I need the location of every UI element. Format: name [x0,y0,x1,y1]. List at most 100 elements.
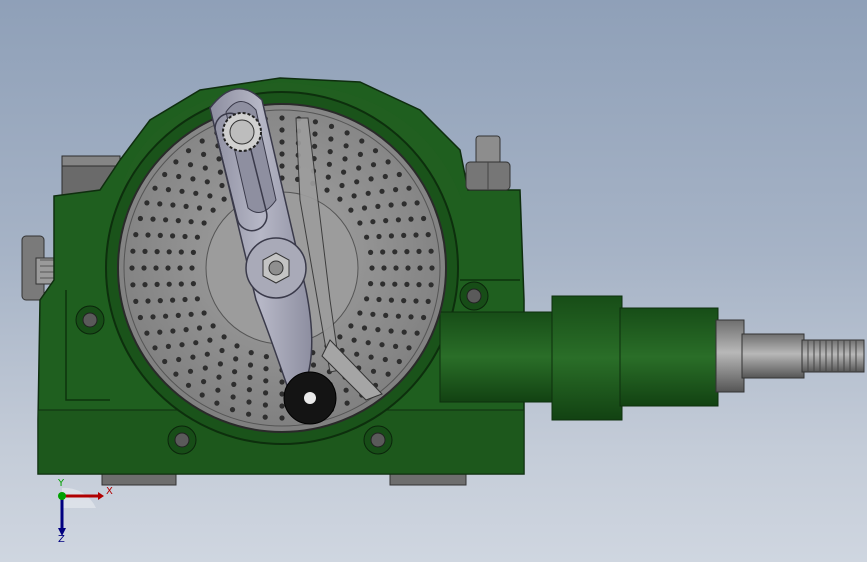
index-hole [262,414,268,420]
index-hole [351,337,357,343]
index-hole [234,343,240,349]
index-hole [201,220,207,226]
bolt-hole-left[interactable] [75,305,105,335]
index-hole [217,169,223,175]
base-feet[interactable] [101,473,467,486]
index-hole [173,371,179,377]
triad-x-label: X [106,486,113,497]
index-hole [344,130,350,136]
index-hole [428,282,434,288]
index-hole [263,378,269,384]
index-hole [263,366,269,372]
index-hole [201,151,207,157]
graphics-viewport[interactable]: X Y Z [0,0,867,562]
index-hole [170,202,176,208]
index-hole [202,165,208,171]
index-hole [380,281,386,287]
index-hole [413,232,419,238]
index-hole [214,400,220,406]
index-hole [370,368,377,374]
index-hole [165,187,171,193]
index-hole [193,190,199,196]
bolt-hole-bottom-right[interactable] [363,425,393,455]
center-hub[interactable] [245,237,307,299]
index-hole [341,169,347,175]
index-hole [153,265,159,271]
index-hole [361,325,368,331]
index-hole [189,265,195,271]
index-hole [199,138,205,144]
input-shaft[interactable] [715,319,865,393]
index-hole [207,337,213,343]
index-hole [233,356,239,362]
index-hole [207,193,213,199]
index-hole [263,390,269,396]
index-hole [370,219,376,225]
index-hole [176,173,182,180]
index-hole [370,311,376,317]
index-hole [178,281,184,287]
index-hole [359,138,365,144]
index-hole [326,161,332,167]
index-hole [170,233,176,239]
index-hole [185,148,192,154]
index-hole [188,311,194,317]
index-hole [310,362,317,368]
index-hole [190,249,196,255]
index-hole [405,265,411,271]
pinion-gear[interactable] [222,112,262,152]
index-hole [368,354,374,360]
triad-y-label: Y [58,478,65,489]
index-hole [183,327,189,333]
index-hole [185,382,192,388]
index-hole [388,328,394,334]
worm-shaft-housing[interactable] [439,295,719,421]
bolt-hole-right[interactable] [459,281,489,311]
index-hole [370,162,377,168]
index-hole [416,282,422,288]
index-hole [383,218,389,224]
index-hole [379,342,385,348]
index-hole [173,159,179,165]
index-hole [178,249,184,255]
index-hole [246,399,252,405]
index-hole [337,334,343,340]
index-hole [157,201,163,207]
index-hole [393,187,399,193]
index-hole [312,143,318,149]
index-hole [230,394,236,400]
index-hole [201,379,207,385]
index-hole [194,234,200,240]
index-hole [216,374,222,380]
index-hole [279,379,285,385]
dividing-head-model[interactable] [0,0,867,562]
index-hole [404,249,410,255]
index-hole [408,216,414,222]
index-hole [379,188,385,194]
index-hole [133,232,139,238]
index-hole [429,265,435,271]
index-hole [376,233,382,240]
index-hole [279,127,285,133]
index-hole [337,196,343,202]
index-hole [279,403,285,409]
index-hole [393,343,399,349]
index-hole [144,200,150,206]
index-hole [145,298,151,304]
index-hole [219,347,225,354]
index-hole [406,185,412,191]
index-hole [385,159,391,165]
index-hole [179,342,185,348]
top-right-stud[interactable] [465,135,511,191]
bolt-hole-bottom-left[interactable] [167,425,197,455]
index-hole [388,202,394,208]
index-hole [162,171,168,178]
index-hole [328,136,334,142]
index-hole [396,358,402,365]
index-hole [368,249,374,255]
index-hole [204,179,210,185]
index-hole [190,281,196,287]
crank-knob[interactable] [283,371,337,425]
index-hole [162,358,168,365]
index-hole [425,298,431,304]
